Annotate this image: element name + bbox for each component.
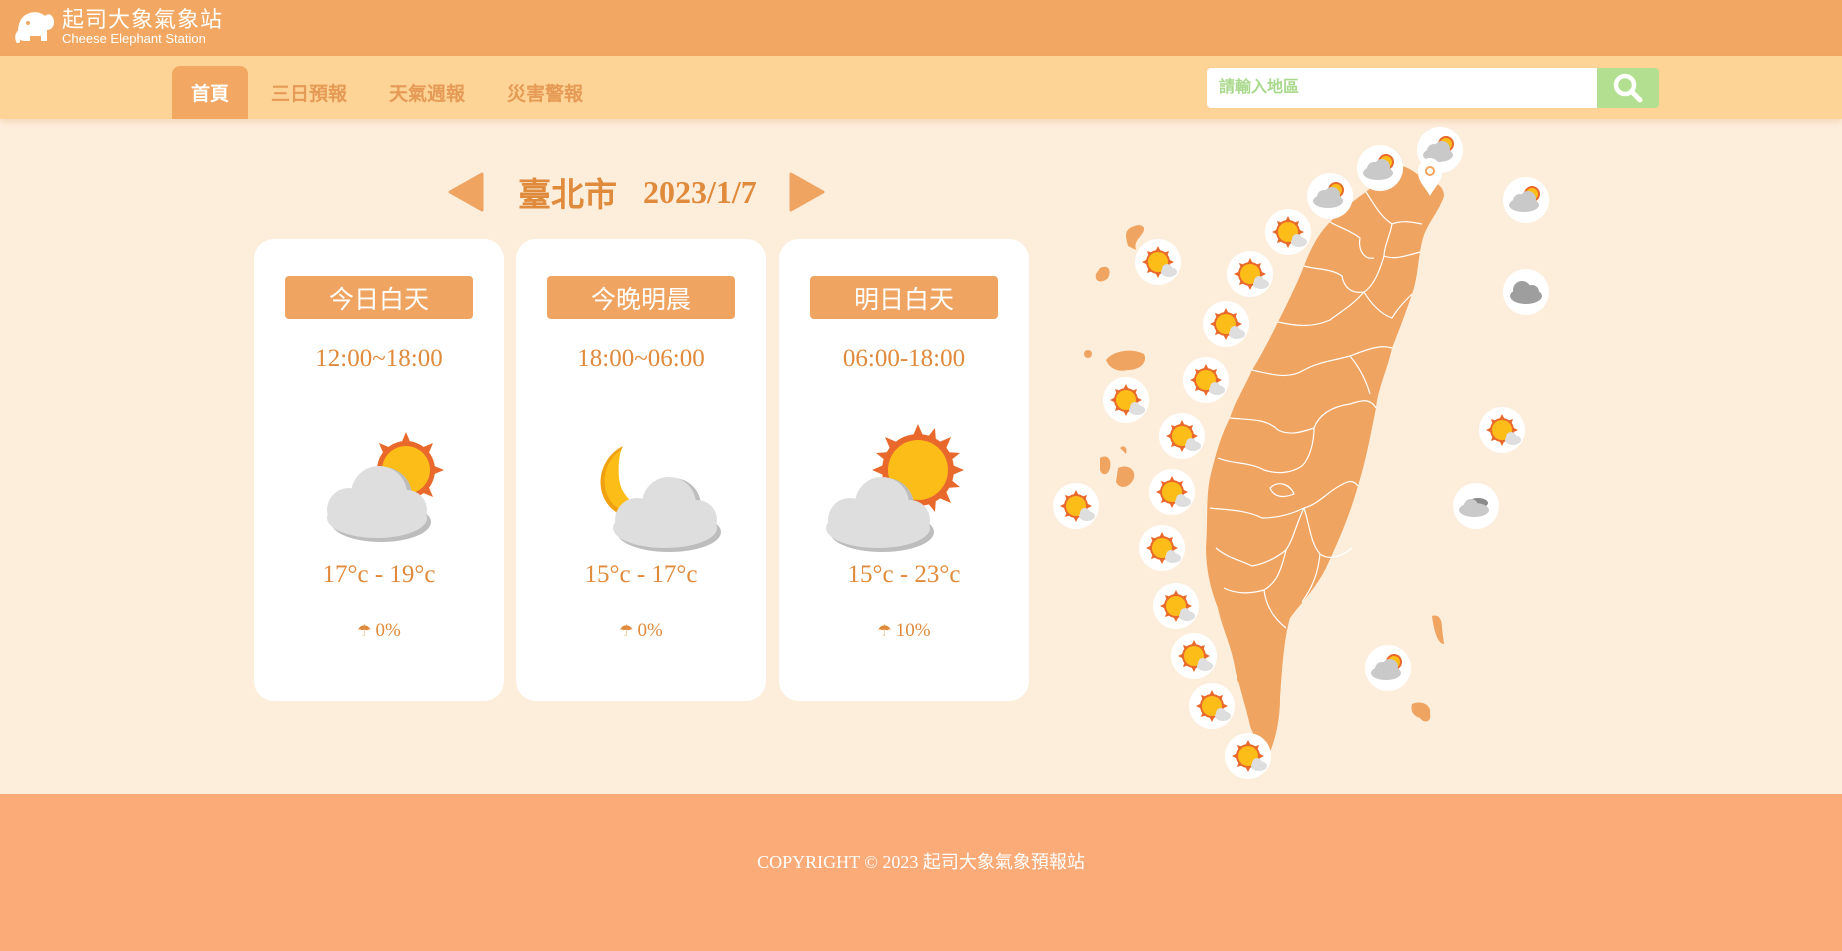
footer: COPYRIGHT © 2023 起司大象氣象預報站: [0, 794, 1842, 951]
card-temperature: 15°c - 17°c: [584, 561, 698, 588]
top-bar: 起司大象氣象站 Cheese Elephant Station: [0, 0, 1842, 56]
partly-cloudy-day-icon: [327, 432, 444, 542]
card-temperature: 17°c - 19°c: [322, 561, 436, 588]
weather-marker[interactable]: [1265, 209, 1311, 255]
search-input[interactable]: [1207, 68, 1597, 108]
weather-marker[interactable]: [1479, 407, 1525, 453]
search-bar: [1207, 68, 1659, 108]
brand-subtitle: Cheese Elephant Station: [62, 31, 206, 46]
card-rain-chance: ☂ 0%: [516, 620, 766, 642]
search-button[interactable]: [1597, 68, 1659, 108]
card-rain-chance: ☂ 10%: [779, 620, 1029, 642]
elephant-logo-icon: [15, 12, 54, 43]
card-rain-chance: ☂ 0%: [254, 620, 504, 642]
tab-three-day-forecast[interactable]: 三日預報: [252, 66, 366, 119]
umbrella-icon: ☂: [877, 621, 892, 640]
partly-cloudy-night-icon: [600, 446, 721, 552]
triangle-left-icon: [448, 172, 484, 212]
search-icon: [1613, 73, 1643, 103]
weather-marker[interactable]: [1203, 301, 1249, 347]
copyright-text: COPYRIGHT © 2023 起司大象氣象預報站: [757, 852, 1085, 872]
weather-marker[interactable]: [1135, 239, 1181, 285]
location-selector: 臺北市 2023/1/7: [446, 170, 827, 214]
card-period-label: 明日白天: [810, 276, 998, 319]
tab-disaster-alerts[interactable]: 災害警報: [488, 66, 602, 119]
weather-marker[interactable]: [1453, 483, 1499, 529]
previous-location-button[interactable]: [446, 170, 486, 214]
weather-marker[interactable]: [1357, 145, 1403, 191]
forecast-card-tonight: 今晚明晨 18:00~06:00 15°c - 17°c ☂ 0%: [516, 239, 766, 701]
card-time-range: 06:00-18:00: [842, 345, 966, 372]
triangle-right-icon: [789, 172, 825, 212]
taiwan-map[interactable]: [1040, 118, 1580, 798]
weather-marker[interactable]: [1053, 483, 1099, 529]
forecast-card-today-day: 今日白天 12:00~18:00 17°c - 19°c ☂ 0%: [254, 239, 504, 701]
card-time-range: 12:00~18:00: [315, 345, 443, 372]
card-temperature: 15°c - 23°c: [847, 561, 961, 588]
weather-marker[interactable]: [1225, 733, 1271, 779]
weather-marker[interactable]: [1159, 413, 1205, 459]
next-location-button[interactable]: [787, 170, 827, 214]
weather-marker[interactable]: [1307, 173, 1353, 219]
rain-chance-value: 0%: [375, 620, 401, 641]
weather-marker[interactable]: [1227, 251, 1273, 297]
umbrella-icon: ☂: [357, 621, 372, 640]
weather-marker[interactable]: [1503, 269, 1549, 315]
tab-home[interactable]: 首頁: [172, 66, 249, 119]
weather-marker[interactable]: [1189, 683, 1235, 729]
nav-tabs: 首頁 三日預報 天氣週報 災害警報: [172, 66, 606, 119]
rain-chance-value: 10%: [895, 620, 931, 641]
weather-marker[interactable]: [1103, 377, 1149, 423]
forecast-date: 2023/1/7: [643, 173, 757, 210]
brand[interactable]: 起司大象氣象站 Cheese Elephant Station: [14, 8, 223, 46]
city-name: 臺北市: [518, 175, 617, 214]
card-period-label: 今日白天: [285, 276, 473, 319]
weather-marker[interactable]: [1183, 357, 1229, 403]
brand-title: 起司大象氣象站: [62, 7, 224, 32]
card-time-range: 18:00~06:00: [577, 345, 705, 372]
weather-marker[interactable]: [1139, 525, 1185, 571]
nav-bar: 首頁 三日預報 天氣週報 災害警報: [0, 56, 1842, 119]
mostly-sunny-icon: [826, 424, 964, 552]
umbrella-icon: ☂: [619, 621, 634, 640]
weather-marker[interactable]: [1171, 633, 1217, 679]
tab-weekly-weather[interactable]: 天氣週報: [370, 66, 484, 119]
forecast-card-tomorrow-day: 明日白天 06:00-18:00 15°c - 23°c ☂ 10%: [779, 239, 1029, 701]
weather-marker[interactable]: [1365, 645, 1411, 691]
rain-chance-value: 0%: [637, 620, 663, 641]
card-period-label: 今晚明晨: [547, 276, 735, 319]
weather-marker[interactable]: [1153, 583, 1199, 629]
weather-marker[interactable]: [1149, 469, 1195, 515]
weather-marker[interactable]: [1503, 177, 1549, 223]
